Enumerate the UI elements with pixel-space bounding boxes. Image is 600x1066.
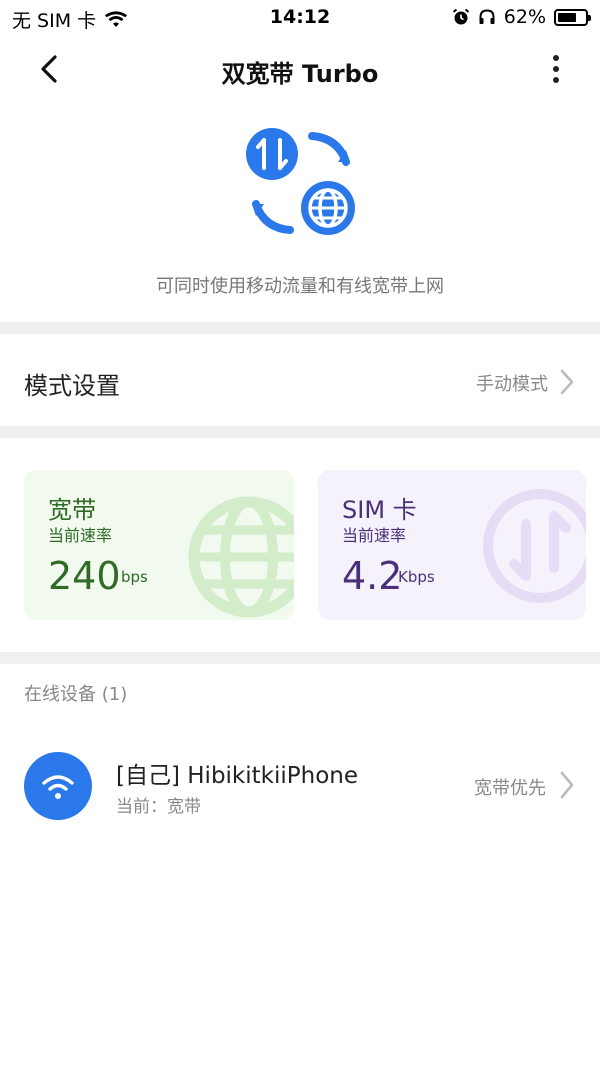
chevron-right-icon: [560, 771, 574, 799]
sim-speed-unit: Kbps: [398, 568, 435, 586]
device-connection-status: 当前：宽带: [116, 797, 201, 817]
status-bar: 无 SIM 卡 14:12 62%: [0, 0, 600, 36]
broadband-speed-card: 宽带 当前速率 240 bps: [24, 470, 294, 620]
more-options-button[interactable]: [544, 50, 568, 88]
section-divider: [0, 426, 600, 438]
broadband-speed-value: 240: [48, 554, 121, 598]
dual-network-icon: [246, 128, 355, 235]
section-divider: [0, 322, 600, 334]
section-divider: [0, 652, 600, 664]
battery-percent: 62%: [503, 6, 546, 28]
sim-speed-value: 4.2: [342, 554, 403, 598]
broadband-subtitle: 当前速率: [48, 526, 113, 545]
sim-title: SIM 卡: [342, 496, 417, 524]
status-right: 62%: [452, 6, 591, 28]
data-transfer-icon: [483, 489, 586, 603]
nav-bar: 双宽带 Turbo: [0, 36, 600, 100]
mode-settings-row[interactable]: 模式设置 手动模式: [0, 336, 600, 426]
alarm-clock-icon: [452, 8, 469, 25]
hero-description: 可同时使用移动流量和有线宽带上网: [156, 276, 444, 297]
more-dot: [553, 66, 559, 72]
sim-subtitle: 当前速率: [342, 526, 407, 545]
battery-icon: [554, 8, 591, 26]
globe-icon: [188, 496, 294, 618]
mode-settings-value: 手动模式: [476, 374, 548, 395]
broadband-title: 宽带: [48, 496, 96, 524]
more-dot: [553, 77, 559, 83]
headphones-icon: [479, 9, 495, 24]
chevron-right-icon: [560, 369, 574, 395]
online-devices-header: 在线设备 (1): [24, 684, 128, 705]
wifi-icon: [42, 775, 74, 799]
page-title: 双宽带 Turbo: [221, 60, 379, 88]
broadband-speed-unit: bps: [121, 568, 148, 586]
more-dot: [553, 55, 559, 61]
device-list-item[interactable]: [自己] HibikitkiiPhone 当前：宽带 宽带优先: [0, 740, 600, 840]
device-name: [自己] HibikitkiiPhone: [116, 763, 359, 789]
sim-speed-card: SIM 卡 当前速率 4.2 Kbps: [318, 470, 586, 620]
device-avatar: [24, 752, 92, 820]
mode-settings-label: 模式设置: [24, 372, 120, 400]
device-priority-setting[interactable]: 宽带优先: [474, 774, 546, 800]
